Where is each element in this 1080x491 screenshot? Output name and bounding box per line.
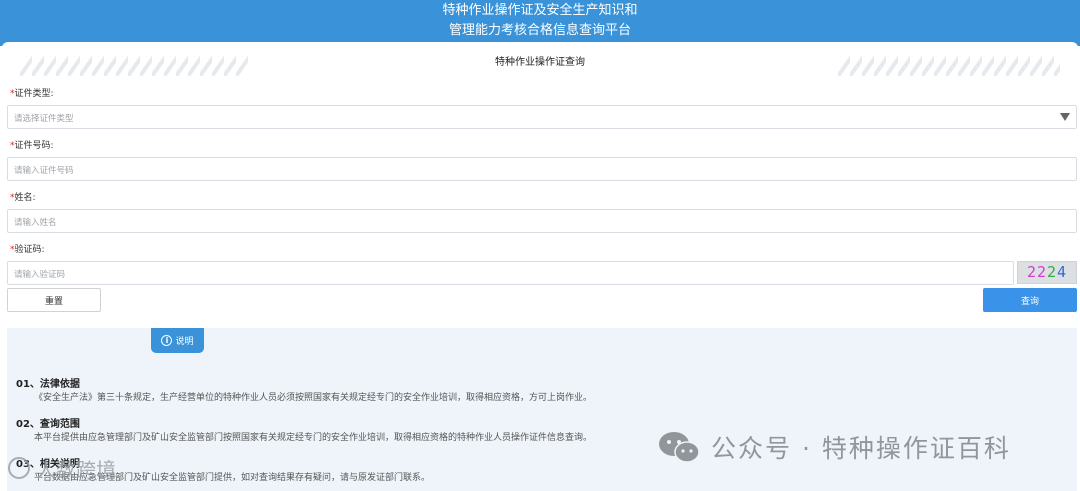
name-field[interactable] bbox=[7, 209, 1077, 234]
captcha-image[interactable]: 2224 bbox=[1017, 261, 1077, 284]
name-input[interactable] bbox=[8, 212, 1076, 234]
source-watermark-text: 人数跨境 bbox=[36, 457, 116, 482]
captcha-label: *验证码: bbox=[10, 245, 45, 255]
query-button[interactable]: 查询 bbox=[983, 288, 1077, 312]
cert-type-select[interactable] bbox=[7, 105, 1077, 130]
form-title: 特种作业操作证查询 bbox=[495, 57, 585, 68]
source-watermark: 人数跨境 bbox=[8, 455, 116, 482]
captcha-field[interactable] bbox=[7, 261, 1014, 286]
info-tab-label: 说明 bbox=[175, 337, 194, 347]
dropdown-arrow-icon[interactable] bbox=[1060, 113, 1070, 121]
cert-type-label: *证件类型: bbox=[10, 89, 54, 99]
section-body-legal: 《安全生产法》第三十条规定，生产经营单位的特种作业人员必须按照国家有关规定经专门… bbox=[34, 393, 593, 403]
captcha-input[interactable] bbox=[8, 264, 1013, 286]
info-tab: i 说明 bbox=[151, 328, 204, 353]
cert-no-input[interactable] bbox=[8, 160, 1076, 182]
cert-no-label: *证件号码: bbox=[10, 141, 54, 151]
section-body-scope: 本平台提供由应急管理部门及矿山安全监管部门按照国家有关规定经专门的安全作业培训，… bbox=[34, 433, 593, 443]
section-title-legal: 01、法律依据 bbox=[16, 379, 80, 390]
cert-no-field[interactable] bbox=[7, 157, 1077, 182]
name-label: *姓名: bbox=[10, 193, 36, 203]
wechat-watermark: 公众号 · 特种操作证百科 bbox=[657, 430, 1011, 464]
watermark-text: 公众号 · 特种操作证百科 bbox=[711, 434, 1011, 463]
page-title-line1: 特种作业操作证及安全生产知识和 bbox=[442, 3, 638, 18]
info-icon: i bbox=[161, 335, 173, 346]
wechat-icon bbox=[659, 432, 700, 463]
section-title-scope: 02、查询范围 bbox=[16, 419, 80, 430]
source-logo-icon bbox=[8, 457, 30, 479]
reset-button[interactable]: 重置 bbox=[7, 288, 101, 312]
page-title-line2: 管理能力考核合格信息查询平台 bbox=[448, 23, 631, 38]
cert-type-input[interactable] bbox=[8, 108, 1076, 130]
